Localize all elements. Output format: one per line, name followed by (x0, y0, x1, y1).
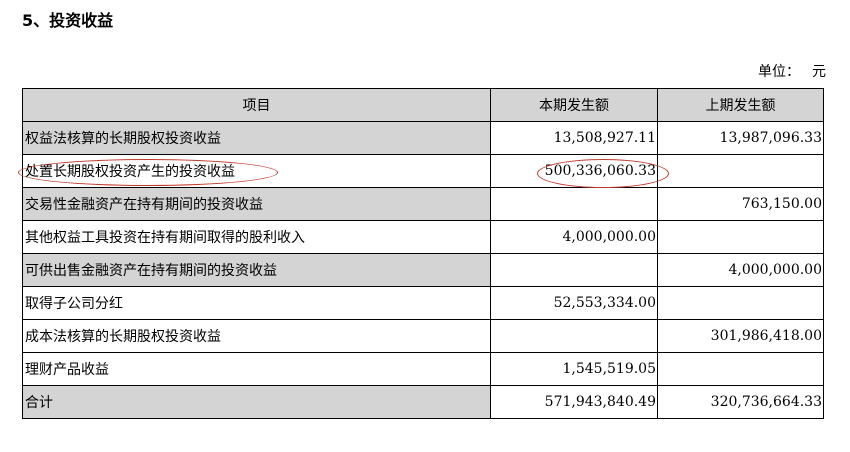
row-item: 取得子公司分红 (22, 286, 491, 320)
column-header-item: 项目 (22, 88, 491, 122)
row-current (490, 319, 658, 353)
row-item: 合计 (22, 385, 491, 419)
row-item: 其他权益工具投资在持有期间取得的股利收入 (22, 220, 491, 254)
row-previous (657, 220, 824, 254)
row-previous: 763,150.00 (657, 187, 824, 221)
row-previous (657, 154, 824, 188)
unit-value: 元 (812, 64, 826, 80)
table-row: 处置长期股权投资产生的投资收益 500,336,060.33 (22, 154, 824, 188)
row-item: 可供出售金融资产在持有期间的投资收益 (22, 253, 491, 287)
row-current (490, 253, 658, 287)
table-row: 理财产品收益 1,545,519.05 (22, 352, 824, 386)
row-previous: 4,000,000.00 (657, 253, 824, 287)
row-previous (657, 352, 824, 386)
row-current: 500,336,060.33 (490, 154, 658, 188)
table-row: 可供出售金融资产在持有期间的投资收益 4,000,000.00 (22, 253, 824, 287)
row-previous: 13,987,096.33 (657, 121, 824, 155)
table-row: 其他权益工具投资在持有期间取得的股利收入 4,000,000.00 (22, 220, 824, 254)
row-item: 成本法核算的长期股权投资收益 (22, 319, 491, 353)
unit-label: 单位： (758, 64, 800, 80)
table-row: 取得子公司分红 52,553,334.00 (22, 286, 824, 320)
unit-note: 单位： 元 (758, 62, 826, 82)
row-current: 52,553,334.00 (490, 286, 658, 320)
row-item: 权益法核算的长期股权投资收益 (22, 121, 491, 155)
table-header-row: 项目 本期发生额 上期发生额 (22, 88, 824, 122)
row-previous: 320,736,664.33 (657, 385, 824, 419)
row-previous (657, 286, 824, 320)
row-item: 交易性金融资产在持有期间的投资收益 (22, 187, 491, 221)
column-header-current: 本期发生额 (490, 88, 658, 122)
table-row: 交易性金融资产在持有期间的投资收益 763,150.00 (22, 187, 824, 221)
row-current: 571,943,840.49 (490, 385, 658, 419)
row-current (490, 187, 658, 221)
row-current: 4,000,000.00 (490, 220, 658, 254)
table-row: 成本法核算的长期股权投资收益 301,986,418.00 (22, 319, 824, 353)
row-item: 处置长期股权投资产生的投资收益 (22, 154, 491, 188)
column-header-previous: 上期发生额 (657, 88, 824, 122)
table-row: 权益法核算的长期股权投资收益 13,508,927.11 13,987,096.… (22, 121, 824, 155)
row-current: 1,545,519.05 (490, 352, 658, 386)
row-item: 理财产品收益 (22, 352, 491, 386)
section-heading: 5、投资收益 (22, 11, 114, 30)
table-row-total: 合计 571,943,840.49 320,736,664.33 (22, 385, 824, 419)
investment-income-table: 项目 本期发生额 上期发生额 权益法核算的长期股权投资收益 13,508,927… (22, 88, 824, 419)
row-current: 13,508,927.11 (490, 121, 658, 155)
row-previous: 301,986,418.00 (657, 319, 824, 353)
